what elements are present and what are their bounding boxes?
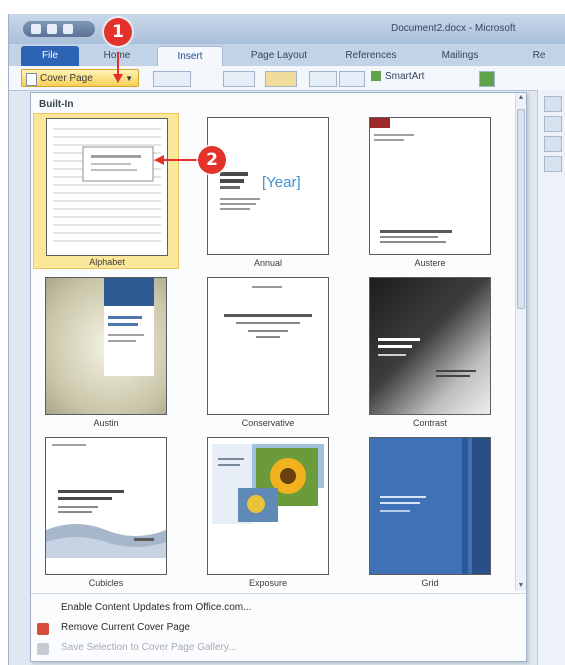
callout-badge-2: 2: [198, 146, 226, 174]
annotation-arrows: [113, 52, 200, 165]
callout-badge-1: 1: [104, 18, 132, 46]
